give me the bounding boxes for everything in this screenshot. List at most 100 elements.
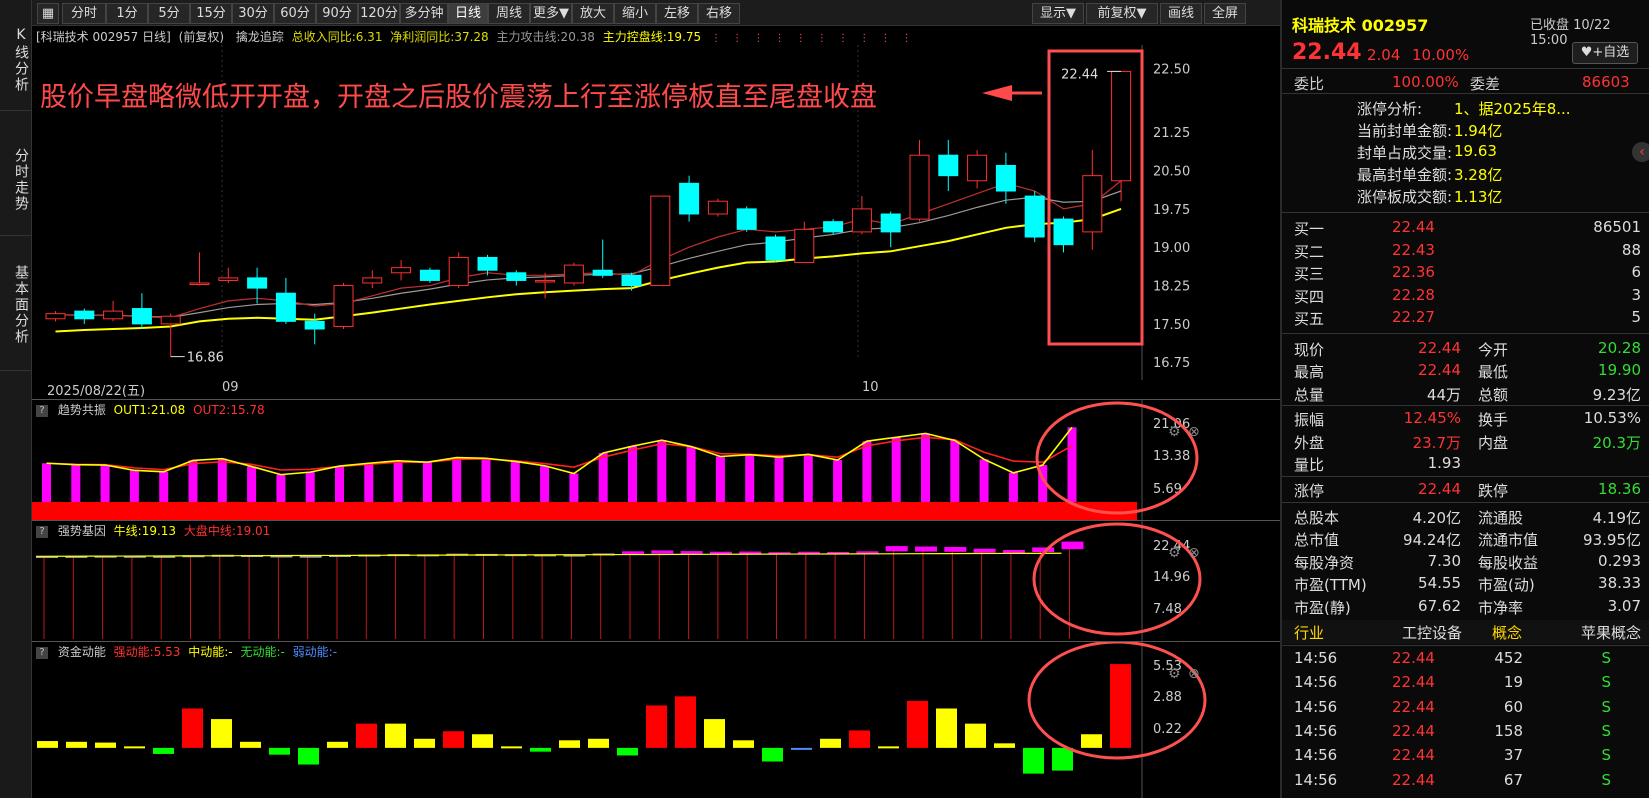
toolbar-btn-1[interactable]: 1分 <box>106 3 148 24</box>
trend-bar <box>247 466 257 502</box>
candle-body <box>707 200 728 215</box>
stat-row: 总量 44万 总额 9.23亿 <box>1282 382 1649 406</box>
bid-label: 买三 <box>1294 265 1325 283</box>
weibi-row: 委比 100.00% 委差 86603 <box>1282 70 1649 94</box>
adjust-label: (前复权) <box>178 30 225 44</box>
fund-bar <box>733 740 754 748</box>
fund-chart[interactable]: 5.532.880.22 <box>32 642 1280 798</box>
trend-bar <box>921 433 930 502</box>
stat-label: 总股本 <box>1294 508 1340 527</box>
concept-value[interactable]: 苹果概念 <box>1581 622 1641 643</box>
toolbar-btn-8[interactable]: 多分钟 <box>400 3 448 24</box>
trend-bar <box>393 460 403 502</box>
fund-bar <box>385 723 406 748</box>
stat-label: 总额 <box>1478 385 1509 404</box>
collapse-icon[interactable]: ‹ <box>1632 142 1649 162</box>
trend-red-line <box>46 436 1073 471</box>
y-tick-label: 20.50 <box>1153 165 1190 180</box>
toolbar-btn-2[interactable]: 5分 <box>148 3 190 24</box>
toolbar-btn-12[interactable]: 放大 <box>572 3 614 24</box>
toolbar-btn-7[interactable]: 120分 <box>358 3 400 24</box>
trend-bar <box>159 471 169 502</box>
toolbar-btn-14[interactable]: 左移 <box>656 3 698 24</box>
trend-bar <box>774 457 784 502</box>
limit-down-value: 18.36 <box>1598 479 1641 498</box>
tick-row: 14:56 22.44 19 S <box>1282 671 1649 695</box>
price-pct: 10.00% <box>1412 46 1470 64</box>
toolbar-btn-15[interactable]: 右移 <box>698 3 740 24</box>
limit-info-row: 当前封单金额: 1.94亿 <box>1282 118 1649 142</box>
bid-row[interactable]: 买三 22.36 6 <box>1282 261 1649 285</box>
limit-row: 涨停 22.44 跌停 18.36 <box>1282 478 1649 502</box>
toolbar-right-btn-2[interactable]: 画线 <box>1160 3 1202 24</box>
tick-price: 22.44 <box>1392 649 1435 667</box>
y-tick-label: 22.50 <box>1153 62 1190 77</box>
stat-row: 外盘 23.7万 内盘 20.3万 <box>1282 430 1649 454</box>
candle-body <box>160 315 181 325</box>
toolbar-right-btn-1[interactable]: 前复权▼ <box>1086 3 1158 24</box>
trend-chart[interactable]: 21.0613.385.69 <box>32 400 1280 520</box>
bid-price: 22.28 <box>1392 285 1435 304</box>
low-price-label: 16.86 <box>187 351 224 366</box>
bid-row[interactable]: 买二 22.43 88 <box>1282 239 1649 263</box>
weibi-value: 100.00% <box>1392 73 1459 91</box>
fund-bar <box>95 742 116 748</box>
y-tick-label: 2.88 <box>1153 690 1182 705</box>
stat-value: 20.3万 <box>1592 433 1641 452</box>
add-favorite-button[interactable]: ♥+自选 <box>1572 42 1638 64</box>
bid-row[interactable]: 买五 22.27 5 <box>1282 306 1649 330</box>
gear-icon[interactable]: ⚙ <box>1168 424 1181 440</box>
trend-bar <box>305 472 315 502</box>
nav-kline[interactable]: K线分析 <box>0 10 31 111</box>
fund-bar <box>443 731 464 748</box>
stat-value: 1.93 <box>1427 454 1461 472</box>
grid-icon[interactable]: ▦ <box>37 3 59 24</box>
trend-bar <box>628 446 637 502</box>
bid-row[interactable]: 买四 22.28 3 <box>1282 284 1649 308</box>
stat-value: 22.44 <box>1418 338 1461 357</box>
toolbar-btn-10[interactable]: 周线 <box>488 3 530 24</box>
limit-info-value: 3.28亿 <box>1454 166 1503 184</box>
trend-bar <box>745 454 755 502</box>
fund-bar <box>414 738 435 748</box>
strong-bar <box>1032 547 1055 553</box>
limit-info-label: 涨停分析: <box>1357 100 1423 118</box>
fund-bar <box>356 723 377 748</box>
candle-body <box>419 269 440 281</box>
candle-body <box>1053 218 1074 246</box>
close-icon[interactable]: ⊗ <box>1188 545 1200 561</box>
trend-bar <box>452 457 462 502</box>
toolbar-btn-4[interactable]: 30分 <box>232 3 274 24</box>
toolbar-btn-3[interactable]: 15分 <box>190 3 232 24</box>
trend-bar <box>950 440 960 502</box>
toolbar-btn-6[interactable]: 90分 <box>316 3 358 24</box>
candle-body <box>218 277 239 281</box>
toolbar-btn-11[interactable]: 更多▼ <box>530 3 572 24</box>
trend-bar <box>569 473 579 502</box>
toolbar-right-btn-0[interactable]: 显示▼ <box>1032 3 1084 24</box>
toolbar-btn-13[interactable]: 缩小 <box>614 3 656 24</box>
industry-value[interactable]: 工控设备 <box>1402 622 1462 643</box>
strong-chart[interactable]: 22.4414.967.48 <box>32 521 1280 641</box>
fund-bar <box>820 738 841 748</box>
gear-icon[interactable]: ⚙ <box>1168 666 1181 682</box>
candle-body <box>679 182 700 215</box>
bid-row[interactable]: 买一 22.44 86501 <box>1282 216 1649 240</box>
tick-volume: 158 <box>1494 721 1523 740</box>
stat-label: 市盈(静) <box>1294 598 1351 617</box>
limit-down-label: 跌停 <box>1478 481 1509 500</box>
stat-value: 12.45% <box>1403 409 1461 427</box>
nav-fundamentals[interactable]: 基本面分析 <box>0 240 31 371</box>
toolbar-btn-5[interactable]: 60分 <box>274 3 316 24</box>
gear-icon[interactable]: ⚙ <box>1168 545 1181 561</box>
trend-bar <box>598 452 608 502</box>
toolbar-right-btn-3[interactable]: 全屏 <box>1204 3 1246 24</box>
fund-bar <box>936 708 957 748</box>
stat-row: 市盈(静) 67.62 市净率 3.07 <box>1282 595 1649 619</box>
toolbar-btn-9[interactable]: 日线 <box>448 3 488 24</box>
close-icon[interactable]: ⊗ <box>1188 666 1200 682</box>
toolbar-btn-0[interactable]: 分时 <box>62 3 106 24</box>
nav-timeshare[interactable]: 分时走势 <box>0 125 31 236</box>
fund-bar <box>849 730 870 748</box>
close-icon[interactable]: ⊗ <box>1188 424 1200 440</box>
